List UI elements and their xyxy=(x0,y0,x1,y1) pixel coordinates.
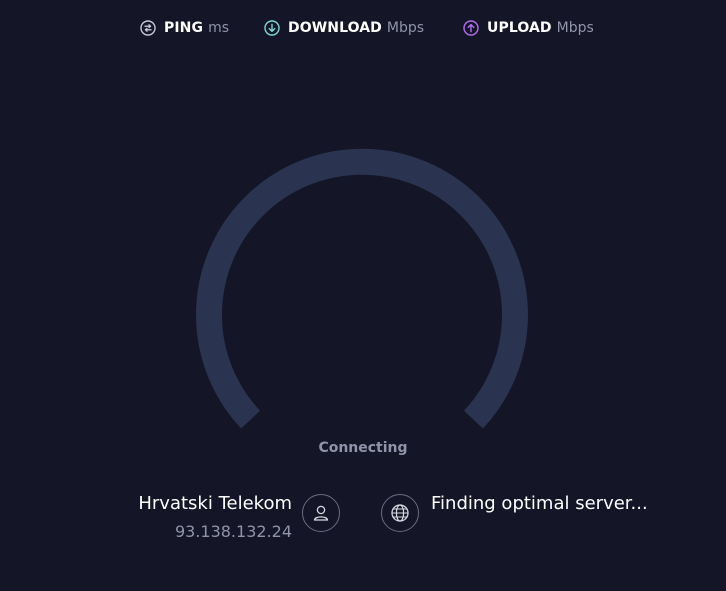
ping-unit: ms xyxy=(208,20,230,36)
ping-metric: PING ms xyxy=(140,16,229,40)
download-metric: DOWNLOAD Mbps xyxy=(264,16,424,40)
upload-unit: Mbps xyxy=(556,20,594,36)
download-label: DOWNLOAD xyxy=(288,20,382,36)
upload-arrow-icon xyxy=(463,20,479,36)
user-button[interactable] xyxy=(302,494,340,532)
download-arrow-icon xyxy=(264,20,280,36)
connection-status: Connecting xyxy=(318,440,408,456)
download-unit: Mbps xyxy=(386,20,425,36)
speed-gauge xyxy=(196,148,528,429)
isp-name: Hrvatski Telekom xyxy=(138,493,292,514)
globe-icon xyxy=(391,504,409,522)
metrics-header: PING ms DOWNLOAD Mbps UPLOAD Mbps xyxy=(0,16,726,40)
upload-metric: UPLOAD Mbps xyxy=(463,16,594,40)
isp-info: Hrvatski Telekom 93.138.132.24 xyxy=(138,492,292,544)
server-button[interactable] xyxy=(381,494,419,532)
ip-address: 93.138.132.24 xyxy=(174,522,292,541)
server-status: Finding optimal server... xyxy=(431,493,648,514)
ping-icon xyxy=(140,20,156,36)
speedtest-page: PING ms DOWNLOAD Mbps UPLOAD Mbps Connec… xyxy=(0,0,726,591)
upload-label: UPLOAD xyxy=(487,20,552,36)
user-icon xyxy=(313,505,329,521)
gauge-track xyxy=(196,148,528,429)
ping-label: PING xyxy=(164,20,204,36)
